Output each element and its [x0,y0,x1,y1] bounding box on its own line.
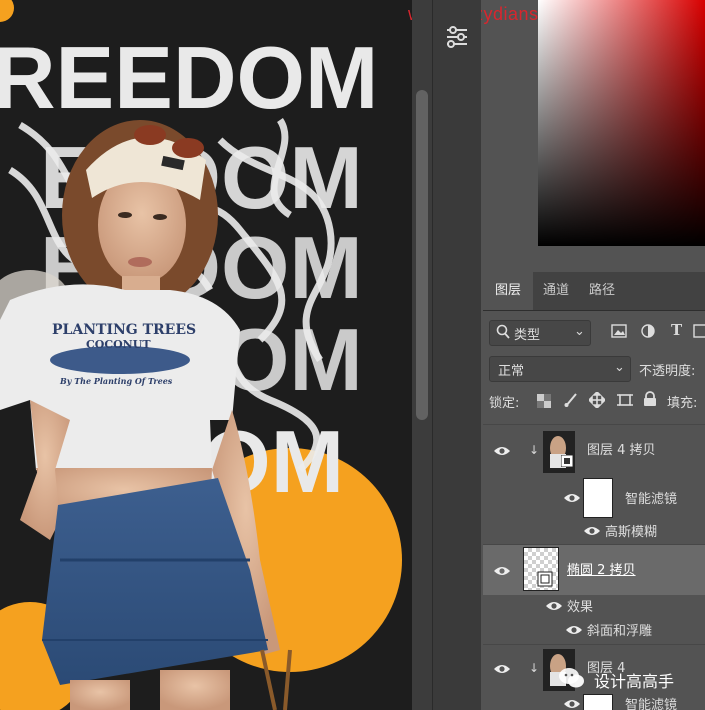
poster-artwork: REEDOM EEDOM EEDOM EEDOM EDOM [0,0,412,710]
lock-all-icon[interactable] [643,391,657,411]
lock-label: 锁定: [489,396,520,411]
panel-tabs: 图层 通道 路径 [483,272,705,311]
layer-row[interactable]: ↓ 图层 4 拷贝 [483,424,705,477]
smart-filters-label: 智能滤镜 [625,492,678,507]
eye-icon[interactable] [493,661,511,675]
effects-label: 效果 [567,600,594,615]
eye-icon[interactable] [563,696,581,710]
blend-mode-value: 正常 [498,364,525,379]
adjustments-icon[interactable] [441,22,473,50]
tab-layers[interactable]: 图层 [483,272,533,310]
lock-pixels-icon[interactable] [563,392,579,412]
image-filter-icon[interactable] [611,324,627,342]
canvas-scrollbar[interactable] [412,0,432,710]
layer-filter-row: 类型 ⌄ T [483,318,705,348]
chevron-down-icon: ⌄ [574,324,585,339]
poster-word-1: REEDOM [0,28,378,127]
document-canvas[interactable]: REEDOM EEDOM EEDOM EEDOM EDOM [0,0,412,710]
smart-filters-row[interactable]: 智能滤镜 [483,692,705,710]
watermark-text: 设计高高手 [594,672,675,691]
smart-object-badge-icon [560,454,574,471]
shirt-text-1: PLANTING TREES [52,322,196,338]
lock-transparent-icon[interactable] [537,394,551,412]
clip-arrow-icon: ↓ [529,661,540,675]
layer-row-selected[interactable]: 椭圆 2 拷贝 [483,544,705,595]
shirt-text-3: By The Planting Of Trees [59,376,173,386]
scrollbar-thumb[interactable] [416,90,428,420]
chevron-down-icon: ⌄ [614,360,625,375]
shape-filter-icon[interactable] [693,324,705,342]
shirt-text-2: COCONUT [86,338,151,351]
filter-mask-thumbnail[interactable] [583,478,613,518]
filter-kind-select[interactable]: 类型 ⌄ [489,320,591,346]
fill-label: 填充: [667,396,698,411]
panel-dock [432,0,481,710]
filter-mask-thumbnail[interactable] [583,694,613,710]
layers-panel: 图层 通道 路径 类型 ⌄ T 正常 ⌄ 不透明度: 锁定: 填充: ↓ 图层 … [483,272,705,710]
eye-icon[interactable] [565,622,583,636]
opacity-label: 不透明度: [639,364,696,379]
lock-position-icon[interactable] [587,390,607,412]
filter-kind-label: 类型 [514,328,541,343]
wechat-icon [558,666,586,694]
eye-icon[interactable] [563,490,581,504]
effect-name: 斜面和浮雕 [587,624,653,639]
effects-row[interactable]: 效果 [483,594,705,616]
type-filter-icon[interactable]: T [671,321,682,339]
eye-icon[interactable] [493,563,511,577]
eye-icon[interactable] [545,598,563,612]
tab-paths[interactable]: 路径 [579,272,625,310]
clip-arrow-icon: ↓ [529,443,540,457]
smart-filters-label: 智能滤镜 [625,698,678,710]
filter-row[interactable]: 高斯模糊 [483,518,705,542]
tab-channels[interactable]: 通道 [533,272,579,310]
color-picker-field[interactable] [538,0,705,246]
eye-icon[interactable] [493,443,511,457]
filter-name: 高斯模糊 [605,525,658,540]
eye-icon[interactable] [583,523,601,537]
lock-artboard-icon[interactable] [617,392,633,412]
adjustment-filter-icon[interactable] [641,324,655,342]
effect-row[interactable]: 斜面和浮雕 [483,616,705,642]
layer-name[interactable]: 图层 4 拷贝 [587,439,656,458]
blend-row: 正常 ⌄ 不透明度: [483,352,705,382]
search-icon [496,324,510,344]
blend-mode-select[interactable]: 正常 ⌄ [489,356,631,382]
lock-row: 锁定: 填充: [483,386,705,414]
smart-filters-row[interactable]: 智能滤镜 [483,476,705,518]
shape-badge-icon [537,571,553,591]
layer-name[interactable]: 椭圆 2 拷贝 [567,559,636,578]
